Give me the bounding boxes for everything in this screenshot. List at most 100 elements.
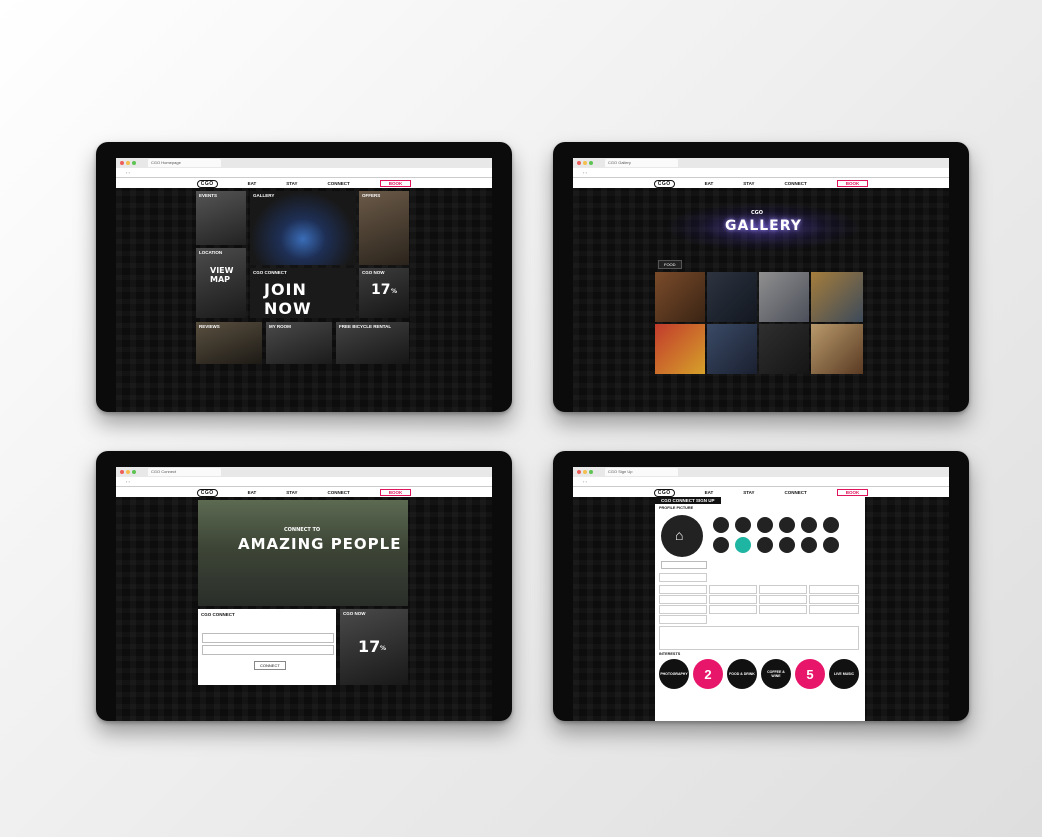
- interest-bubble[interactable]: PHOTOGRAPHY: [659, 659, 689, 689]
- nav-connect[interactable]: CONNECT: [328, 490, 350, 495]
- maximize-dot-icon[interactable]: [589, 470, 593, 474]
- nav-connect[interactable]: CONNECT: [328, 181, 350, 186]
- browser-tab[interactable]: CGO Connect: [148, 468, 221, 476]
- avatar-option[interactable]: [757, 517, 773, 533]
- form-field[interactable]: [659, 595, 707, 604]
- interest-bubble[interactable]: LIVE MUSIC: [829, 659, 859, 689]
- address-bar[interactable]: ‹ ›: [116, 168, 492, 178]
- form-field[interactable]: [659, 573, 707, 582]
- form-field[interactable]: [809, 605, 859, 614]
- tile-cgo-now[interactable]: CGO NOW 17 %: [359, 268, 409, 318]
- profile-avatar[interactable]: ⌂: [661, 515, 703, 557]
- view-map-link[interactable]: VIEW MAP: [210, 266, 240, 284]
- nav-eat[interactable]: EAT: [705, 490, 714, 495]
- nav-stay[interactable]: STAY: [286, 490, 297, 495]
- join-now-button[interactable]: JOIN NOW: [264, 280, 356, 318]
- back-arrow-icon[interactable]: ‹ ›: [583, 170, 587, 175]
- interest-bubble[interactable]: FOOD & DRINK: [727, 659, 757, 689]
- avatar-option[interactable]: [713, 537, 729, 553]
- nav-stay[interactable]: STAY: [743, 181, 754, 186]
- form-field[interactable]: [759, 585, 807, 594]
- browser-tab[interactable]: CGO Sign Up: [605, 468, 678, 476]
- minimize-dot-icon[interactable]: [126, 161, 130, 165]
- nav-book-button[interactable]: BOOK: [379, 489, 412, 496]
- minimize-dot-icon[interactable]: [583, 470, 587, 474]
- back-arrow-icon[interactable]: ‹ ›: [126, 479, 130, 484]
- maximize-dot-icon[interactable]: [589, 161, 593, 165]
- tile-events[interactable]: EVENTS: [196, 191, 246, 245]
- nav-stay[interactable]: STAY: [743, 490, 754, 495]
- close-dot-icon[interactable]: [577, 161, 581, 165]
- back-arrow-icon[interactable]: ‹ ›: [126, 170, 130, 175]
- tile-offers[interactable]: OFFERS: [359, 191, 409, 265]
- tile-bicycle-rental[interactable]: FREE BICYCLE RENTAL: [336, 322, 409, 364]
- upload-button[interactable]: [661, 561, 707, 569]
- form-field[interactable]: [709, 585, 757, 594]
- tile-cgo-now[interactable]: CGO NOW 17 %: [340, 609, 408, 685]
- form-field[interactable]: [809, 595, 859, 604]
- gallery-image[interactable]: [759, 272, 809, 322]
- avatar-option[interactable]: [779, 517, 795, 533]
- avatar-option[interactable]: [823, 517, 839, 533]
- connect-input[interactable]: [202, 633, 334, 643]
- gallery-image[interactable]: [811, 272, 863, 322]
- nav-eat[interactable]: EAT: [705, 181, 714, 186]
- nav-connect[interactable]: CONNECT: [785, 490, 807, 495]
- form-field[interactable]: [659, 605, 707, 614]
- form-field[interactable]: [659, 615, 707, 624]
- avatar-option[interactable]: [801, 537, 817, 553]
- nav-book-button[interactable]: BOOK: [836, 489, 869, 496]
- avatar-option-selected[interactable]: [735, 537, 751, 553]
- address-bar[interactable]: ‹ ›: [573, 477, 949, 487]
- form-field[interactable]: [709, 605, 757, 614]
- browser-tab[interactable]: CGO Gallery: [605, 159, 678, 167]
- cgo-logo[interactable]: CGO: [196, 179, 218, 188]
- gallery-image[interactable]: [759, 324, 809, 374]
- maximize-dot-icon[interactable]: [132, 161, 136, 165]
- avatar-option[interactable]: [779, 537, 795, 553]
- close-dot-icon[interactable]: [577, 470, 581, 474]
- nav-eat[interactable]: EAT: [248, 181, 257, 186]
- avatar-option[interactable]: [823, 537, 839, 553]
- form-field[interactable]: [709, 595, 757, 604]
- form-field[interactable]: [809, 585, 859, 594]
- nav-connect[interactable]: CONNECT: [785, 181, 807, 186]
- form-field[interactable]: [659, 585, 707, 594]
- close-dot-icon[interactable]: [120, 161, 124, 165]
- interest-bubble-selected[interactable]: 2: [693, 659, 723, 689]
- avatar-option[interactable]: [757, 537, 773, 553]
- address-bar[interactable]: ‹ ›: [116, 477, 492, 487]
- connect-input[interactable]: [202, 645, 334, 655]
- tile-reviews[interactable]: REVIEWS: [196, 322, 262, 364]
- back-arrow-icon[interactable]: ‹ ›: [583, 479, 587, 484]
- tile-my-room[interactable]: MY ROOM: [266, 322, 332, 364]
- nav-book-button[interactable]: BOOK: [379, 180, 412, 187]
- avatar-option[interactable]: [801, 517, 817, 533]
- minimize-dot-icon[interactable]: [126, 470, 130, 474]
- gallery-filter-dropdown[interactable]: FOOD: [658, 260, 682, 269]
- minimize-dot-icon[interactable]: [583, 161, 587, 165]
- close-dot-icon[interactable]: [120, 470, 124, 474]
- tile-location[interactable]: LOCATION VIEW MAP: [196, 248, 246, 318]
- nav-eat[interactable]: EAT: [248, 490, 257, 495]
- gallery-image[interactable]: [707, 272, 757, 322]
- interest-bubble[interactable]: COFFEE & WINE: [761, 659, 791, 689]
- form-field[interactable]: [759, 595, 807, 604]
- form-field[interactable]: [759, 605, 807, 614]
- nav-book-button[interactable]: BOOK: [836, 180, 869, 187]
- avatar-option[interactable]: [735, 517, 751, 533]
- nav-stay[interactable]: STAY: [286, 181, 297, 186]
- browser-tab[interactable]: CGO Homepage: [148, 159, 221, 167]
- cgo-logo[interactable]: CGO: [196, 488, 218, 497]
- tile-cgo-connect[interactable]: CGO CONNECT JOIN NOW: [250, 268, 356, 318]
- gallery-image[interactable]: [707, 324, 757, 374]
- bio-textarea[interactable]: [659, 626, 859, 650]
- gallery-image[interactable]: [655, 324, 705, 374]
- address-bar[interactable]: ‹ ›: [573, 168, 949, 178]
- connect-submit-button[interactable]: CONNECT: [254, 661, 286, 670]
- gallery-image[interactable]: [655, 272, 705, 322]
- tile-gallery[interactable]: GALLERY: [250, 191, 356, 265]
- cgo-logo[interactable]: CGO: [653, 488, 675, 497]
- interest-bubble-selected[interactable]: 5: [795, 659, 825, 689]
- avatar-option[interactable]: [713, 517, 729, 533]
